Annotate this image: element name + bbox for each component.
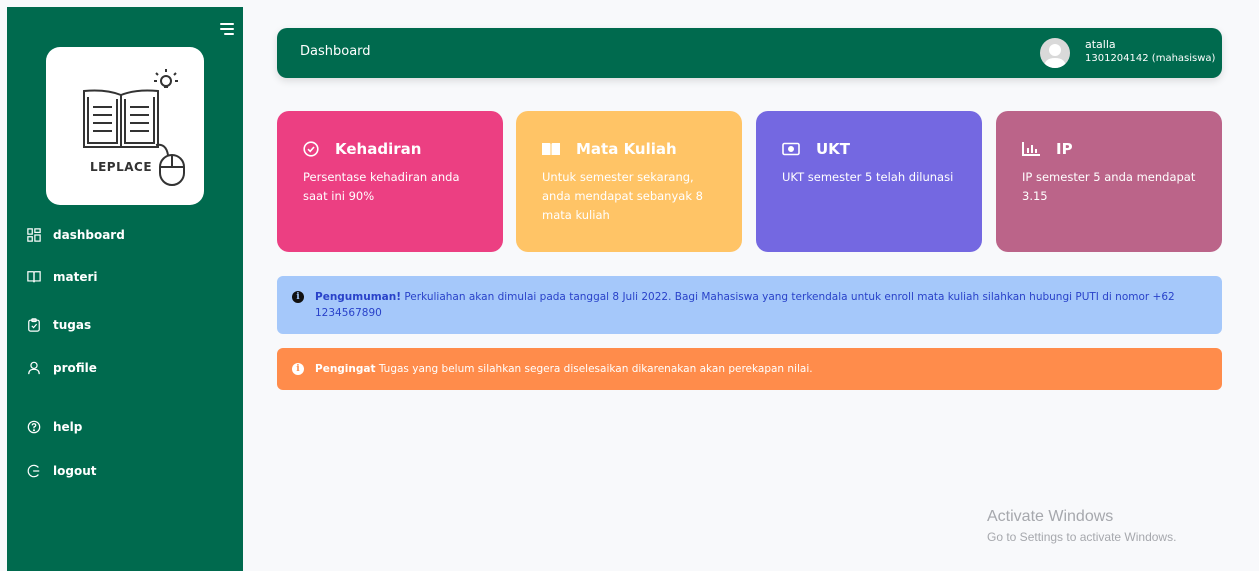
dashboard-icon <box>27 228 41 242</box>
user-id: 1301204142 (mahasiswa) <box>1085 53 1216 64</box>
card-kehadiran: Kehadiran Persentase kehadiran anda saat… <box>277 111 503 252</box>
sidebar-item-materi[interactable]: materi <box>27 267 217 287</box>
card-ukt: UKT UKT semester 5 telah dilunasi <box>756 111 982 252</box>
help-icon <box>27 420 41 434</box>
announcement-alert: i Pengumuman! Perkuliahan akan dimulai p… <box>277 276 1222 334</box>
sidebar-item-label: logout <box>53 464 97 478</box>
sidebar-item-help[interactable]: help <box>27 417 217 437</box>
sidebar-item-label: dashboard <box>53 228 125 242</box>
sidebar-item-label: profile <box>53 361 97 375</box>
bar-chart-icon <box>1022 142 1040 156</box>
logo: LEPLACE <box>46 47 204 205</box>
clipboard-icon <box>28 318 40 332</box>
card-text: IP semester 5 anda mendapat 3.15 <box>1022 170 1196 203</box>
sidebar-item-profile[interactable]: profile <box>27 358 217 378</box>
alert-text: Tugas yang belum silahkan segera diseles… <box>375 363 813 375</box>
sidebar-item-logout[interactable]: logout <box>27 461 217 481</box>
book-mouse-logo-icon <box>83 69 185 186</box>
info-icon: i <box>292 291 304 303</box>
windows-watermark-subtitle: Go to Settings to activate Windows. <box>987 530 1177 544</box>
book-open-icon <box>542 143 560 155</box>
money-icon <box>782 142 800 156</box>
sidebar-item-dashboard[interactable]: dashboard <box>27 225 217 245</box>
alert-label: Pengumuman! <box>315 291 401 303</box>
card-ip: IP IP semester 5 anda mendapat 3.15 <box>996 111 1222 252</box>
avatar-placeholder-icon <box>1044 44 1066 68</box>
card-title: Kehadiran <box>335 140 422 158</box>
sidebar: LEPLACE dashboard materi tugas profile h… <box>7 7 243 571</box>
check-circle-icon <box>303 141 319 157</box>
windows-watermark-title: Activate Windows <box>987 508 1114 525</box>
user-icon <box>28 361 40 375</box>
sidebar-item-tugas[interactable]: tugas <box>27 315 217 335</box>
sidebar-item-label: tugas <box>53 318 92 332</box>
alert-label: Pengingat <box>315 363 376 375</box>
sidebar-item-label: materi <box>53 270 98 284</box>
menu-toggle-icon[interactable] <box>218 23 234 37</box>
card-text: Untuk semester sekarang, anda mendapat s… <box>542 170 703 222</box>
card-mata-kuliah: Mata Kuliah Untuk semester sekarang, and… <box>516 111 742 252</box>
top-header: Dashboard atalla 1301204142 (mahasiswa) <box>277 28 1222 78</box>
page-title: Dashboard <box>300 44 371 59</box>
logo-text: LEPLACE <box>89 160 153 174</box>
avatar[interactable] <box>1040 38 1070 68</box>
card-title: IP <box>1056 140 1073 158</box>
card-text: UKT semester 5 telah dilunasi <box>782 170 954 184</box>
reminder-alert: i Pengingat Tugas yang belum silahkan se… <box>277 348 1222 390</box>
card-text: Persentase kehadiran anda saat ini 90% <box>303 170 460 203</box>
logout-icon <box>27 464 40 478</box>
user-name: atalla <box>1085 38 1116 51</box>
card-title: Mata Kuliah <box>576 140 677 158</box>
book-icon <box>27 271 41 283</box>
alert-text: Perkuliahan akan dimulai pada tanggal 8 … <box>315 291 1175 319</box>
info-icon: i <box>292 363 304 375</box>
sidebar-item-label: help <box>53 420 83 434</box>
card-title: UKT <box>816 140 851 158</box>
